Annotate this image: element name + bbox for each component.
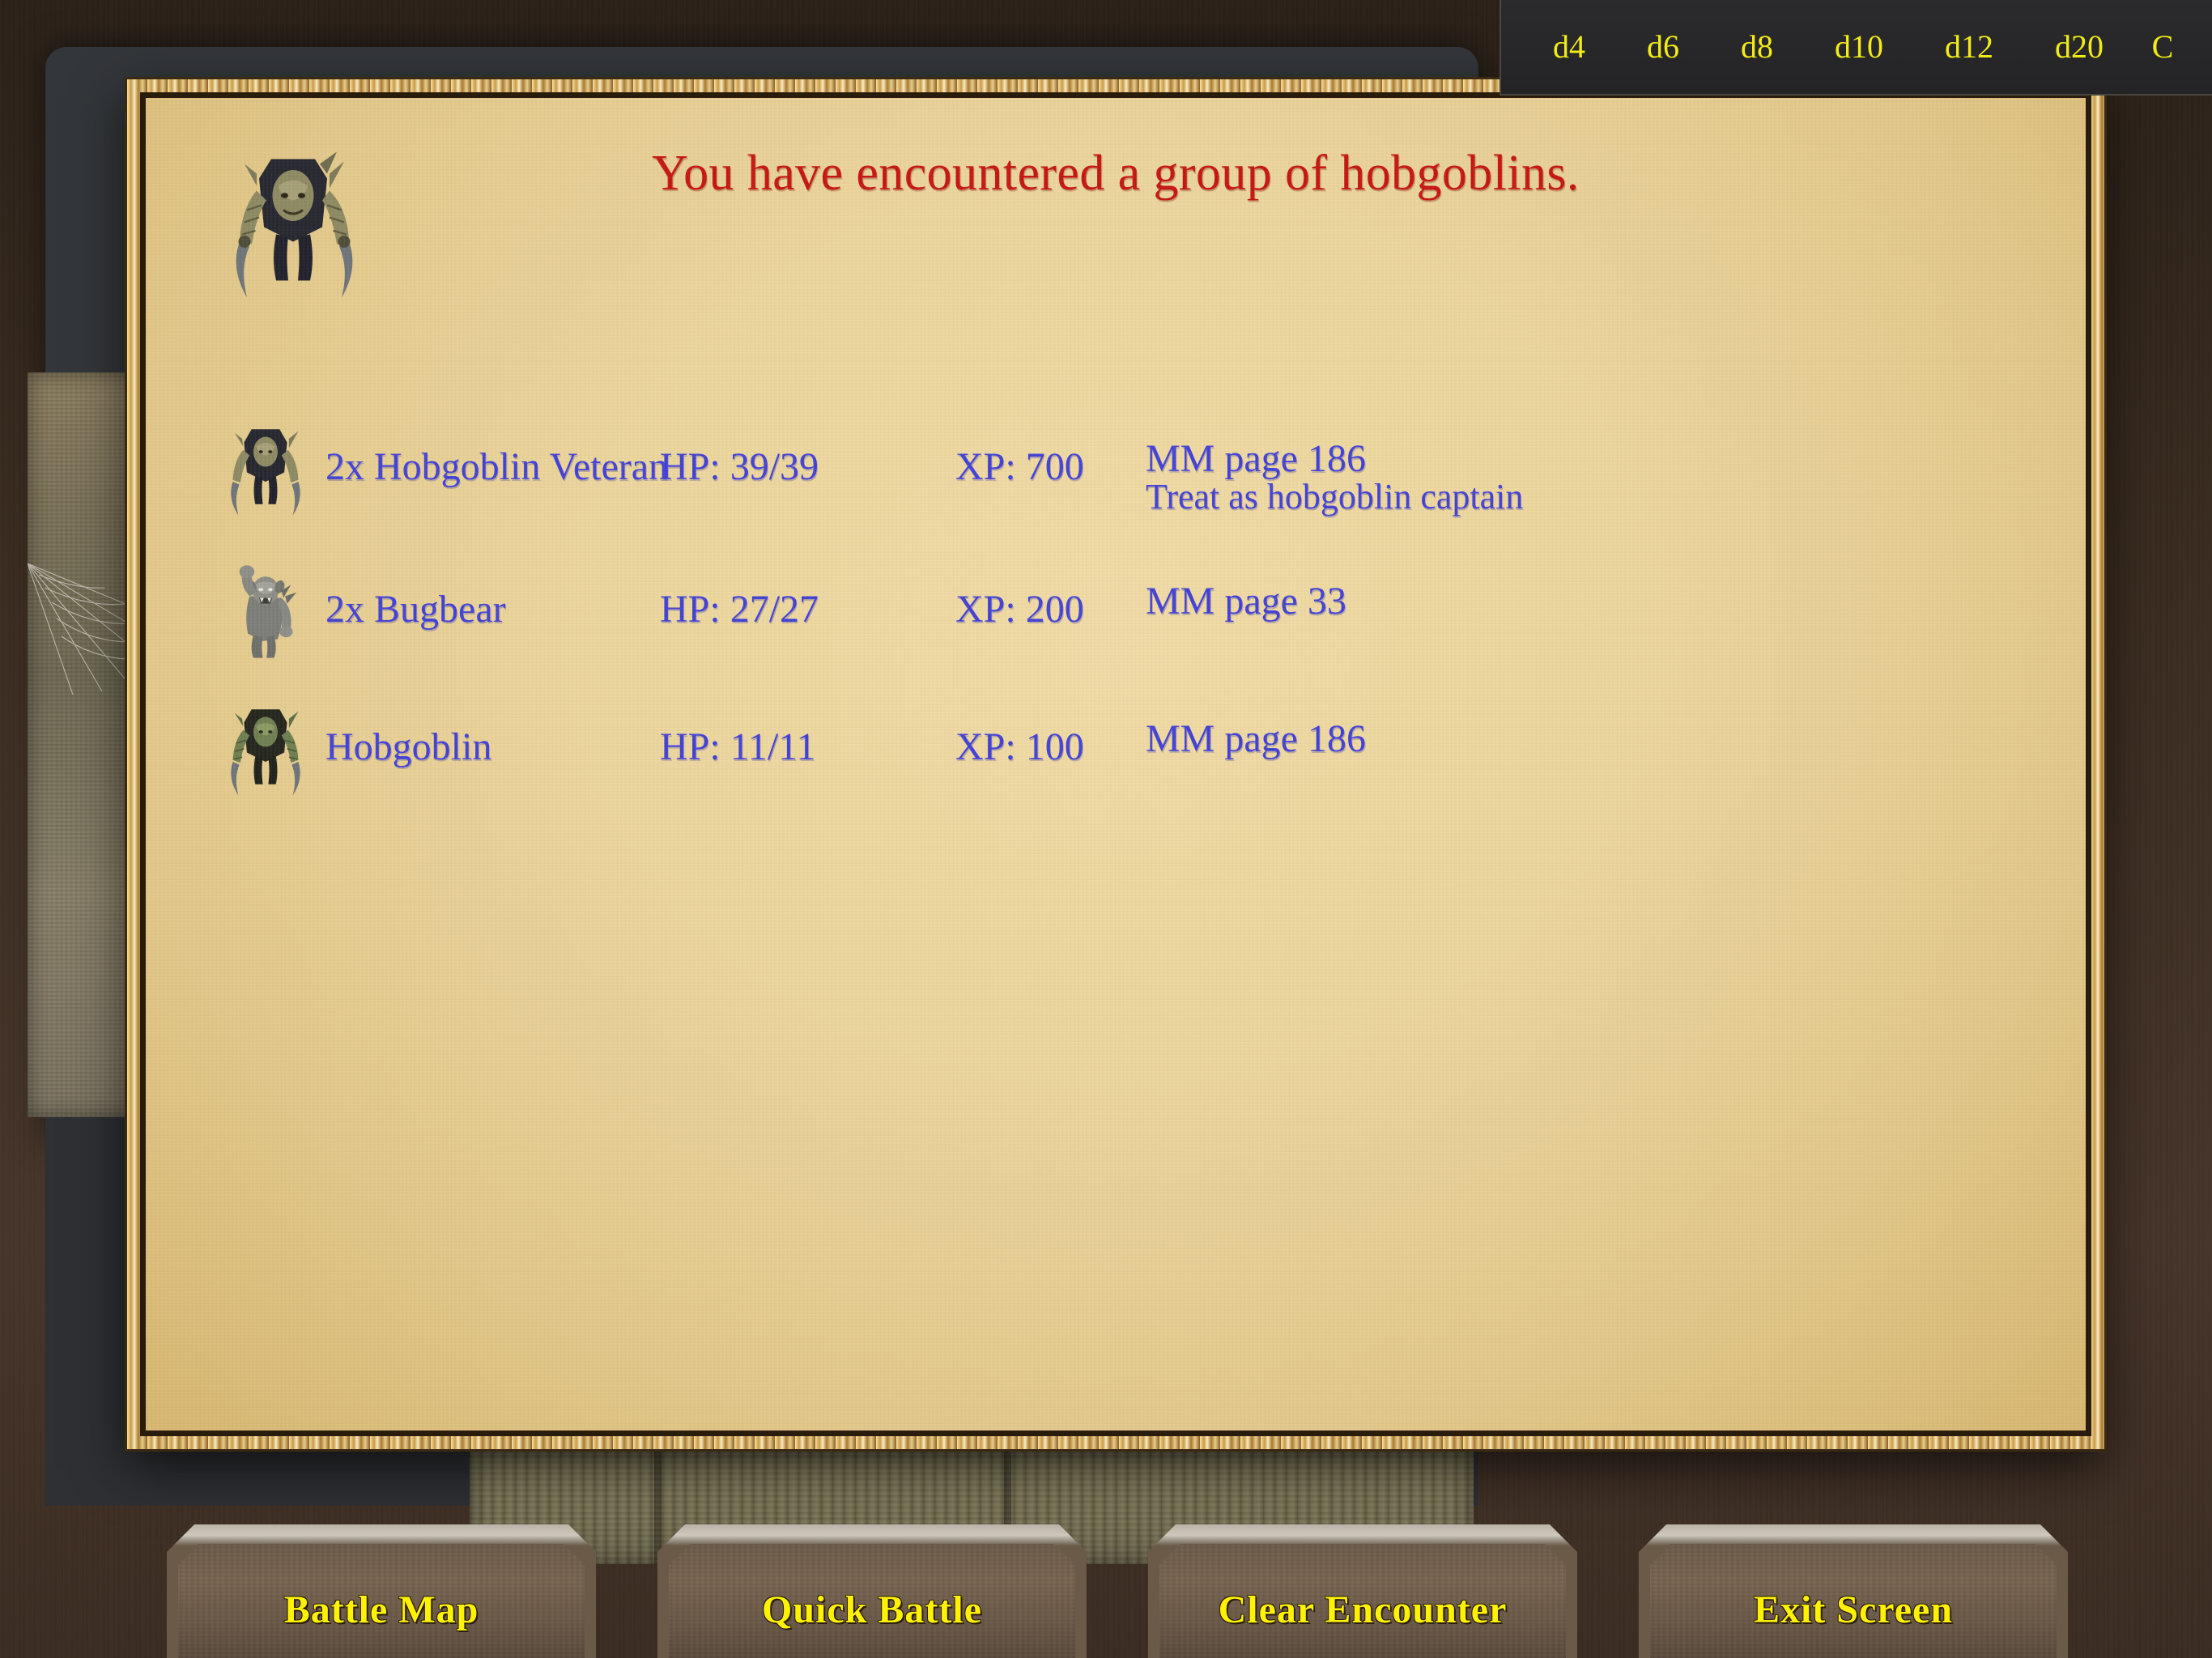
monster-reference: MM page 186 Treat as hobgoblin captain [1146,437,1524,517]
monster-note: Treat as hobgoblin captain [1146,476,1524,517]
dice-d4-button[interactable]: d4 [1522,31,1616,63]
monster-xp: XP: 200 [955,588,1084,631]
stone-wall-backdrop [28,372,143,1117]
monster-hp: HP: 11/11 [660,725,816,768]
button-label: Exit Screen [1753,1588,1954,1631]
battle-map-button[interactable]: Battle Map [167,1524,596,1658]
dice-roller-bar: d4 d6 d8 d10 d12 d20 C [1499,0,2212,96]
table-row[interactable]: 2x Hobgoblin Veteran HP: 39/39 XP: 700 M… [146,414,2086,556]
bugbear-icon [239,565,297,658]
clear-encounter-button[interactable]: Clear Encounter [1148,1524,1577,1658]
dialog-header: You have encountered a group of hobgobli… [146,121,2086,315]
dialog-parchment: You have encountered a group of hobgobli… [146,98,2086,1431]
action-button-bar: Battle Map Quick Battle Clear Encounter … [0,1506,2212,1658]
monster-xp: XP: 100 [955,725,1084,768]
quick-battle-button[interactable]: Quick Battle [657,1524,1087,1658]
monster-reference-page: MM page 33 [1146,580,1346,623]
dice-d20-button[interactable]: d20 [2024,31,2134,63]
dice-clear-button[interactable]: C [2134,31,2191,63]
button-label: Clear Encounter [1218,1588,1508,1631]
button-label: Battle Map [283,1588,479,1631]
table-row[interactable]: Hobgoblin HP: 11/11 XP: 100 MM page 186 [146,694,2086,831]
hobgoblin-icon [231,709,300,796]
page-title: You have encountered a group of hobgobli… [652,146,1580,201]
monster-reference-page: MM page 186 [1146,717,1366,760]
dice-d6-button[interactable]: d6 [1616,31,1710,63]
monster-hp: HP: 39/39 [660,445,819,488]
dice-d10-button[interactable]: d10 [1804,31,1914,63]
button-label: Quick Battle [762,1588,982,1631]
monster-reference-page: MM page 186 [1146,437,1366,480]
monster-name: 2x Bugbear [325,588,506,631]
monster-name: Hobgoblin [325,725,492,768]
table-row[interactable]: 2x Bugbear HP: 27/27 XP: 200 MM page 33 [146,556,2086,694]
monster-list: 2x Hobgoblin Veteran HP: 39/39 XP: 700 M… [146,414,2086,831]
game-screen: d4 d6 d8 d10 d12 d20 C You have encounte… [0,0,2212,1658]
dice-d8-button[interactable]: d8 [1710,31,1804,63]
encounter-dialog: You have encountered a group of hobgobli… [127,79,2104,1449]
monster-hp: HP: 27/27 [660,588,819,631]
monster-reference: MM page 186 [1146,717,1366,760]
monster-name: 2x Hobgoblin Veteran [325,445,669,488]
exit-screen-button[interactable]: Exit Screen [1639,1524,2068,1658]
hobgoblin-veteran-icon [231,429,300,516]
monster-xp: XP: 700 [955,445,1084,488]
monster-reference: MM page 33 [1146,580,1346,623]
dice-d12-button[interactable]: d12 [1914,31,2024,63]
